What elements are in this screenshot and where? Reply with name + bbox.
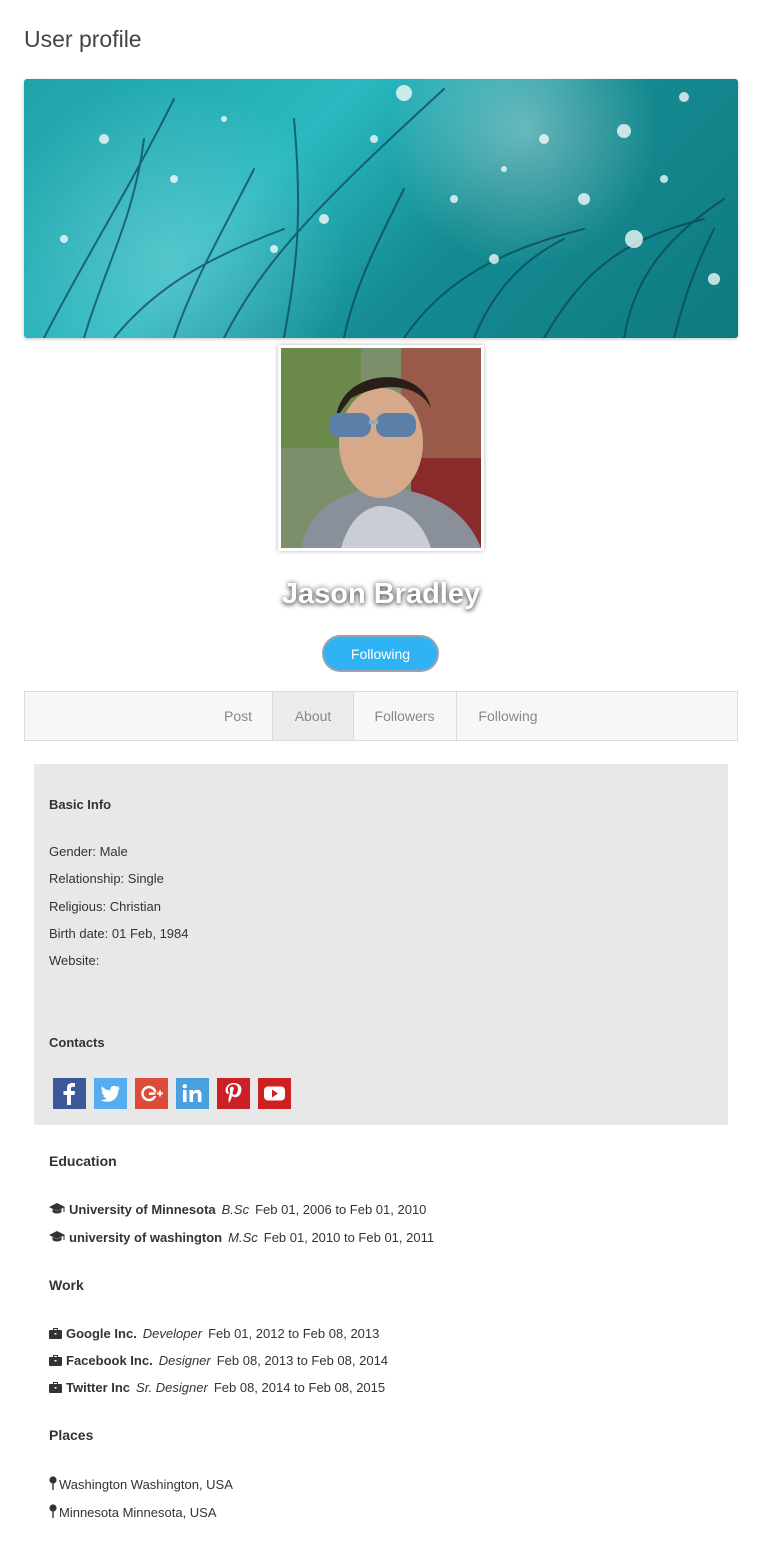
google-plus-icon[interactable] [135, 1078, 168, 1109]
briefcase-icon [49, 1381, 62, 1396]
school-name: University of Minnesota [69, 1202, 216, 1217]
religious-info: Religious: Christian [49, 899, 161, 914]
relationship-info: Relationship: Single [49, 871, 164, 886]
graduation-cap-icon [49, 1231, 65, 1246]
map-pin-icon [49, 1504, 57, 1521]
briefcase-icon [49, 1327, 62, 1342]
job-role: Designer [158, 1353, 211, 1368]
birth-date-info: Birth date: 01 Feb, 1984 [49, 926, 189, 941]
company-name: Google Inc. [66, 1326, 137, 1341]
linkedin-icon[interactable] [176, 1078, 209, 1109]
place-label: Minnesota Minnesota, USA [59, 1505, 217, 1520]
tab-about[interactable]: About [272, 692, 354, 740]
period: Feb 01, 2010 to Feb 01, 2011 [263, 1230, 435, 1245]
place-label: Washington Washington, USA [59, 1477, 233, 1492]
work-item: Google Inc. Developer Feb 01, 2012 to Feb … [49, 1326, 379, 1342]
tab-following[interactable]: Following [457, 692, 559, 740]
period: Feb 01, 2012 to Feb 08, 2013 [208, 1326, 380, 1341]
period: Feb 01, 2006 to Feb 01, 2010 [255, 1202, 427, 1217]
work-item: Facebook Inc. Designer Feb 08, 2013 to Feb… [49, 1353, 388, 1369]
website-info: Website: [49, 953, 100, 968]
avatar[interactable] [278, 345, 484, 551]
gender-info: Gender: Male [49, 844, 128, 859]
youtube-icon[interactable] [258, 1078, 291, 1109]
company-name: Twitter Inc [66, 1380, 131, 1395]
twitter-icon[interactable] [94, 1078, 127, 1109]
profile-tabs: Post About Followers Following [24, 691, 738, 741]
briefcase-icon [49, 1354, 62, 1369]
school-name: university of washington [69, 1230, 223, 1245]
graduation-cap-icon [49, 1203, 65, 1218]
education-item: university of washington M.Sc Feb 01, 2010… [49, 1230, 434, 1246]
job-role: Developer [142, 1326, 203, 1341]
work-title: Work [49, 1277, 84, 1293]
degree: M.Sc [228, 1230, 258, 1245]
place-item: Washington Washington, USA [49, 1476, 233, 1493]
education-item: University of Minnesota B.Sc Feb 01, 2006 … [49, 1202, 426, 1218]
job-role: Sr. Designer [136, 1380, 208, 1395]
place-item: Minnesota Minnesota, USA [49, 1504, 217, 1521]
cover-photo [24, 79, 738, 338]
tab-followers[interactable]: Followers [353, 692, 457, 740]
following-button[interactable]: Following [322, 635, 439, 672]
tab-post[interactable]: Post [203, 692, 273, 740]
basic-info-title: Basic Info [49, 797, 112, 812]
education-title: Education [49, 1153, 117, 1169]
company-name: Facebook Inc. [66, 1353, 153, 1368]
period: Feb 08, 2013 to Feb 08, 2014 [216, 1353, 389, 1368]
degree: B.Sc [221, 1202, 250, 1217]
map-pin-icon [49, 1476, 57, 1493]
work-item: Twitter Inc Sr. Designer Feb 08, 2014 to F… [49, 1380, 385, 1396]
pinterest-icon[interactable] [217, 1078, 250, 1109]
page-title: User profile [24, 26, 142, 52]
places-title: Places [49, 1427, 94, 1443]
contacts-title: Contacts [49, 1035, 105, 1050]
avatar-photo [281, 348, 481, 548]
facebook-icon[interactable] [53, 1078, 86, 1109]
user-name: Jason Bradley [281, 578, 481, 610]
period: Feb 08, 2014 to Feb 08, 2015 [213, 1380, 386, 1395]
basic-info-panel: Basic Info Gender: Male Relationship: Si… [34, 764, 728, 1125]
